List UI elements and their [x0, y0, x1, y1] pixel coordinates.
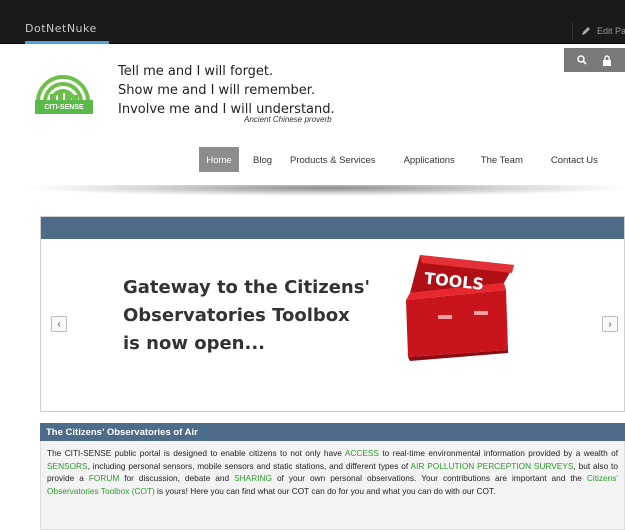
slide-headline[interactable]: Gateway to the Citizens' Observatories T…: [123, 274, 370, 358]
surveys-link[interactable]: AIR POLLUTION PERCEPTION SURVEYS: [411, 461, 574, 471]
nav-item-blog[interactable]: Blog: [253, 147, 272, 173]
slide-headline-line-3: is now open...: [123, 333, 266, 354]
chevron-left-icon: ‹: [57, 318, 61, 330]
logo-badge: CITI-SENSE: [35, 100, 93, 114]
text-run: to real-time environmental information p…: [378, 448, 619, 458]
proverb-line-2: Show me and I will remember.: [118, 83, 316, 98]
slide-headline-line-1: Gateway to the Citizens': [123, 277, 370, 298]
text-run: is yours! Here you can find what our COT…: [154, 485, 496, 496]
lock-icon[interactable]: [602, 54, 612, 66]
forum-link[interactable]: FORUM: [89, 473, 119, 483]
pencil-icon: [582, 27, 590, 35]
proverb-line-1: Tell me and I will forget.: [118, 64, 274, 79]
sensors-link[interactable]: SENSORS: [47, 461, 88, 471]
utility-bar: [564, 48, 625, 72]
edit-page-label: Edit Pag: [597, 26, 625, 36]
edit-page-button[interactable]: Edit Pag: [572, 22, 625, 40]
search-icon[interactable]: [577, 55, 587, 65]
nav-item-products-services[interactable]: Products & Services: [290, 147, 376, 173]
slide-headline-line-2: Observatories Toolbox: [123, 305, 350, 326]
slider-header-bar: [41, 217, 624, 239]
slider-next-button[interactable]: ›: [602, 316, 618, 332]
nav-item-contact-us[interactable]: Contact Us: [551, 147, 598, 173]
nav-item-the-team[interactable]: The Team: [481, 147, 523, 173]
proverb: Tell me and I will forget. Show me and I…: [118, 62, 335, 119]
section-body: The CITI-SENSE public portal is designed…: [40, 441, 625, 530]
nav-item-applications[interactable]: Applications: [404, 147, 455, 173]
nav-item-home[interactable]: Home: [199, 147, 239, 173]
text-run: The CITI-SENSE public portal is designed…: [47, 448, 345, 458]
text-run: , including personal sensors, mobile sen…: [87, 460, 411, 471]
sharing-link[interactable]: SHARING: [234, 473, 272, 483]
text-run: for discussion, debate and: [119, 473, 235, 483]
access-link[interactable]: ACCESS: [345, 448, 379, 458]
toolbox-image[interactable]: TOOLS: [396, 245, 516, 365]
text-run: of your own personal observations. Your …: [271, 473, 587, 483]
proverb-source: Ancient Chinese proverb: [244, 115, 332, 124]
header-shadow-mask: [30, 172, 625, 185]
brand-underline: [25, 41, 109, 44]
banner-slider: Gateway to the Citizens' Observatories T…: [40, 216, 625, 412]
control-bar: DotNetNuke Edit Pag: [0, 0, 625, 44]
intro-paragraph: The CITI-SENSE public portal is designed…: [47, 447, 618, 497]
chevron-right-icon: ›: [608, 318, 612, 330]
dnn-brand[interactable]: DotNetNuke: [25, 22, 97, 35]
section-title: The Citizens' Observatories of Air: [40, 423, 625, 441]
slider-prev-button[interactable]: ‹: [51, 316, 67, 332]
main-nav: Home Blog Products & Services Applicatio…: [199, 147, 598, 173]
